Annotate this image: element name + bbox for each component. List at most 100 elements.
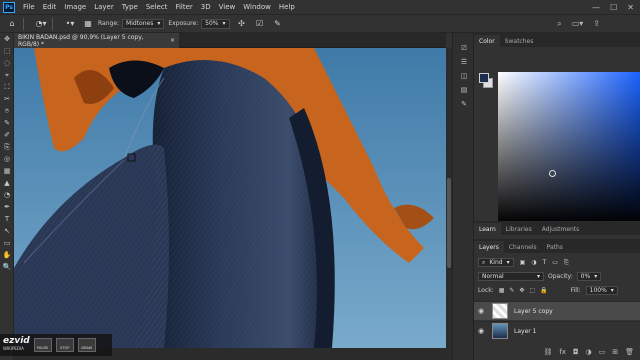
color-picker-cursor[interactable] xyxy=(549,170,556,177)
chevron-down-icon: ▾ xyxy=(536,273,540,280)
tab-libraries[interactable]: Libraries xyxy=(501,223,537,235)
tab-swatches[interactable]: Swatches xyxy=(500,35,539,47)
healing-tool-icon[interactable]: ✎ xyxy=(0,117,14,129)
hand-tool-icon[interactable]: ✋ xyxy=(0,249,14,261)
lock-all-icon[interactable]: 🔒 xyxy=(540,287,547,294)
draw-button[interactable]: DRAW xyxy=(77,338,96,352)
menu-file[interactable]: File xyxy=(19,3,39,11)
menu-select[interactable]: Select xyxy=(142,3,172,11)
zoom-tool-icon[interactable]: 🔍 xyxy=(0,261,14,273)
ezvid-logo-sub: WIKIPEDIA xyxy=(3,346,24,351)
brush-tool-icon[interactable]: ✐ xyxy=(0,129,14,141)
tab-adjustments[interactable]: Adjustments xyxy=(537,223,585,235)
layer-row[interactable]: ◉ Layer 1 xyxy=(474,321,640,340)
trash-icon[interactable]: 🗑 xyxy=(625,348,634,356)
lasso-tool-icon[interactable]: ◌ xyxy=(0,57,14,69)
pressure-icon[interactable]: ✎ xyxy=(272,18,284,29)
tab-channels[interactable]: Channels xyxy=(504,241,542,253)
stop-button[interactable]: STOP xyxy=(55,338,74,352)
search-icon[interactable]: ⌕ xyxy=(557,19,561,29)
share-icon[interactable]: ⇪ xyxy=(593,19,600,29)
type-tool-icon[interactable]: T xyxy=(0,213,14,225)
slice-tool-icon[interactable]: ✂ xyxy=(0,93,14,105)
close-button[interactable]: ✕ xyxy=(627,3,634,12)
crop-tool-icon[interactable]: ⛶ xyxy=(0,81,14,93)
home-icon[interactable]: ⌂ xyxy=(6,18,18,29)
eye-icon[interactable]: ◉ xyxy=(474,322,488,341)
document-tab-bar: BIKIN BADAN.psd @ 90,9% (Layer 5 copy, R… xyxy=(14,33,446,48)
filter-pixel-icon[interactable]: ▣ xyxy=(520,259,526,266)
lock-move-icon[interactable]: ✥ xyxy=(519,287,524,294)
brush-panel-icon[interactable]: ✎ xyxy=(453,97,475,111)
menu-window[interactable]: Window xyxy=(239,3,275,11)
menu-view[interactable]: View xyxy=(215,3,240,11)
menu-3d[interactable]: 3D xyxy=(197,3,215,11)
range-select[interactable]: Midtones ▾ xyxy=(122,18,165,29)
lock-paint-icon[interactable]: ✎ xyxy=(509,287,514,294)
tab-learn[interactable]: Learn xyxy=(474,223,501,235)
tab-paths[interactable]: Paths xyxy=(542,241,568,253)
lock-row: Lock: ▦ ✎ ✥ ⬚ 🔒 Fill: 100% ▾ xyxy=(474,286,640,295)
group-icon[interactable]: ▭ xyxy=(599,348,606,356)
layer-filter-select[interactable]: ⌕ Kind ▾ xyxy=(478,258,514,267)
menu-type[interactable]: Type xyxy=(118,3,142,11)
maximize-button[interactable]: ☐ xyxy=(610,3,617,12)
move-tool-icon[interactable]: ✥ xyxy=(0,33,14,45)
lock-artboard-icon[interactable]: ⬚ xyxy=(529,287,535,294)
link-icon[interactable]: ⛓ xyxy=(543,348,552,356)
mask-icon[interactable]: ◘ xyxy=(573,348,579,356)
rectangle-tool-icon[interactable]: ▭ xyxy=(0,237,14,249)
tab-layers[interactable]: Layers xyxy=(474,241,504,253)
new-layer-icon[interactable]: ⊞ xyxy=(612,348,618,356)
info-icon[interactable]: ▤ xyxy=(453,83,475,97)
protect-tones-icon[interactable]: ☑ xyxy=(254,18,266,29)
blend-mode-select[interactable]: Normal ▾ xyxy=(478,272,544,281)
fill-field[interactable]: 100% ▾ xyxy=(585,286,618,295)
quick-select-tool-icon[interactable]: ⌖ xyxy=(0,69,14,81)
menu-help[interactable]: Help xyxy=(275,3,299,11)
tool-preset-icon[interactable]: ◔▾ xyxy=(35,18,47,29)
scrollbar-thumb[interactable] xyxy=(447,178,451,268)
foreground-color-swatch[interactable] xyxy=(479,73,489,83)
airbrush-icon[interactable]: ✣ xyxy=(236,18,248,29)
document-canvas[interactable] xyxy=(14,48,446,348)
history-icon[interactable]: ⎚ xyxy=(453,41,475,55)
adjustment-layer-icon[interactable]: ◑ xyxy=(586,348,592,356)
filter-type-icon[interactable]: T xyxy=(543,259,547,266)
dodge-tool-icon[interactable]: ◔ xyxy=(0,189,14,201)
lock-transparent-icon[interactable]: ▦ xyxy=(499,287,505,294)
menu-filter[interactable]: Filter xyxy=(171,3,196,11)
workspace-icon[interactable]: ▭▾ xyxy=(572,19,584,29)
path-select-tool-icon[interactable]: ↖ xyxy=(0,225,14,237)
eyedropper-tool-icon[interactable]: ⌾ xyxy=(0,105,14,117)
photoshop-logo: Ps xyxy=(3,1,15,13)
filter-shape-icon[interactable]: ▭ xyxy=(552,259,558,266)
pause-button[interactable]: PAUSE xyxy=(33,338,52,352)
eye-icon[interactable]: ◉ xyxy=(474,302,488,321)
marquee-tool-icon[interactable]: ⬚ xyxy=(0,45,14,57)
right-panels: Color Swatches Learn Libraries Adjustmen… xyxy=(474,33,640,360)
menu-layer[interactable]: Layer xyxy=(90,3,118,11)
filter-adjustment-icon[interactable]: ◑ xyxy=(531,259,536,266)
history-brush-tool-icon[interactable]: ◎ xyxy=(0,153,14,165)
gradient-tool-icon[interactable]: ▲ xyxy=(0,177,14,189)
pen-tool-icon[interactable]: ✒ xyxy=(0,201,14,213)
opacity-field[interactable]: 0% ▾ xyxy=(576,272,602,281)
filter-smart-icon[interactable]: ⎘ xyxy=(564,259,569,267)
properties-icon[interactable]: ☰ xyxy=(453,55,475,69)
menu-image[interactable]: Image xyxy=(60,3,90,11)
brush-settings-icon[interactable]: ▦ xyxy=(82,18,94,29)
minimize-button[interactable]: — xyxy=(592,3,600,12)
layer-row[interactable]: ◉ Layer 5 copy xyxy=(474,301,640,320)
menu-edit[interactable]: Edit xyxy=(39,3,61,11)
close-icon[interactable]: × xyxy=(170,37,175,44)
clone-stamp-tool-icon[interactable]: ⎘ xyxy=(0,141,14,153)
brush-size-icon[interactable]: •▾ xyxy=(64,18,76,29)
color-picker-field[interactable] xyxy=(498,72,640,224)
document-tab[interactable]: BIKIN BADAN.psd @ 90,9% (Layer 5 copy, R… xyxy=(14,33,179,48)
exposure-field[interactable]: 50% ▾ xyxy=(201,18,230,29)
navigator-icon[interactable]: ◫ xyxy=(453,69,475,83)
fx-icon[interactable]: fx xyxy=(559,348,566,356)
eraser-tool-icon[interactable]: ▦ xyxy=(0,165,14,177)
tab-color[interactable]: Color xyxy=(474,35,500,47)
